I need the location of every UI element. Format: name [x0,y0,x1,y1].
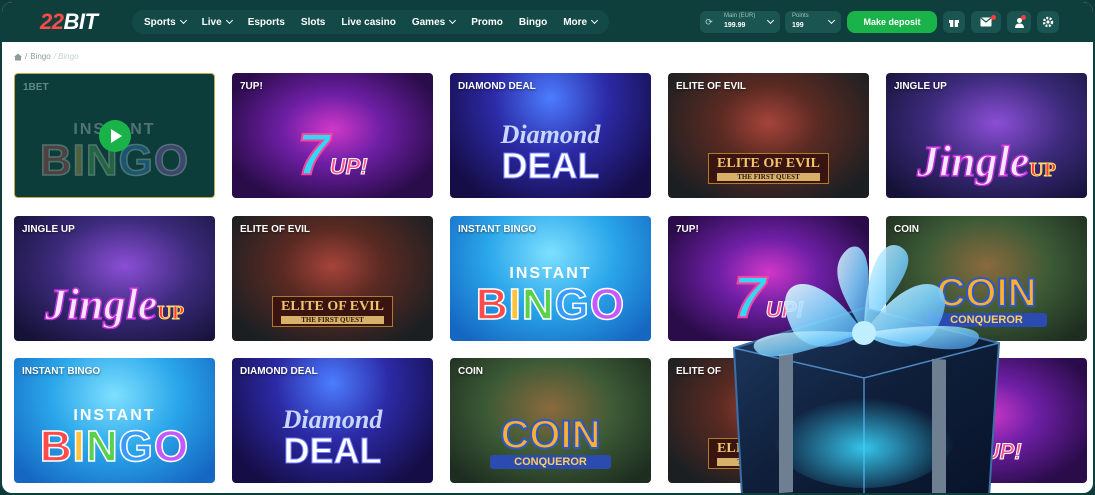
game-logo-art: INSTANTBINGO [475,265,626,329]
make-deposit-button[interactable]: Make deposit [847,11,937,33]
breadcrumb-link-bingo[interactable]: Bingo [30,52,50,61]
top-header: 22 BIT Sports Live Esports Slots Live casino… [2,2,1093,42]
nav-item-label: Sports [144,16,176,28]
breadcrumb-separator: / [25,52,28,61]
points-value: 199 [792,22,804,29]
nav-item-label: More [563,16,588,28]
gift-button[interactable] [943,11,965,33]
settings-button[interactable] [1037,11,1059,33]
nav-item-label: Esports [247,16,285,28]
balance-value: 199.99 [724,22,746,29]
game-tile-title: DIAMOND DEAL [458,81,536,92]
nav-item-promo[interactable]: Promo [463,17,511,28]
app-window: 22 BIT Sports Live Esports Slots Live casino… [0,0,1095,495]
game-tile-title: 1BET [23,82,49,93]
gear-icon [1042,16,1054,28]
game-tile-title: 7UP! [240,81,263,92]
nav-item-label: Promo [471,16,503,28]
nav-item-live[interactable]: Live [194,17,240,28]
game-tile-title: COIN [458,366,483,377]
nav-item-label: Slots [300,16,326,28]
mail-icon [980,17,992,27]
breadcrumb-current: / Bingo [53,52,79,61]
nav-item-bingo[interactable]: Bingo [511,17,555,28]
nav-item-label: Games [411,16,446,28]
main-nav: Sports Live Esports Slots Live casino Games Pr… [132,10,610,34]
logo-text: BIT [63,9,98,34]
messages-button[interactable] [971,11,1001,33]
notification-dot [1021,15,1026,20]
nav-item-esports[interactable]: Esports [240,17,293,28]
chevron-down-icon [449,16,457,25]
gift-icon [949,20,959,27]
balance-selector[interactable]: ⟳ Main (EUR) 199.99 [700,11,780,33]
game-tile-title: ELITE OF EVIL [240,224,311,235]
chevron-down-icon [827,16,836,25]
nav-item-label: Live casino [341,16,396,28]
game-tile-title: COIN [894,224,919,235]
chevron-down-icon [591,16,599,25]
game-logo-art: JingleUP [44,280,185,329]
game-tile-title: INSTANT BINGO [22,366,101,377]
logo-number: 22 [40,9,64,34]
gift-box-image[interactable] [724,238,1004,495]
breadcrumb: / Bingo / Bingo [14,52,79,61]
nav-item-live-casino[interactable]: Live casino [333,17,403,28]
game-logo-art: Diamond DEAL [282,405,383,471]
game-tile[interactable]: 7UP! 7UP! [232,73,433,198]
nav-item-label: Live [201,16,222,28]
game-logo-art: ELITE OF EVILTHE FIRST QUEST [668,153,869,184]
game-tile[interactable]: Diamond DEAL DIAMOND DEAL [232,358,433,483]
game-tile-title: ELITE OF EVIL [676,81,747,92]
game-tile-title: DIAMOND DEAL [240,366,318,377]
game-tile[interactable]: JingleUP JINGLE UP [886,73,1087,198]
game-tile-title: ELITE OF [676,366,721,377]
game-logo-art: JingleUP [916,137,1057,186]
nav-item-sports[interactable]: Sports [136,17,194,28]
nav-item-label: Bingo [518,16,548,28]
game-tile[interactable]: JingleUP JINGLE UP [14,216,215,341]
game-tile[interactable]: INSTANT BINGO INSTANT BINGO [14,358,215,483]
game-tile[interactable]: Diamond DEAL DIAMOND DEAL [450,73,651,198]
nav-item-more[interactable]: More [555,17,605,28]
home-icon[interactable] [14,53,22,61]
nav-item-games[interactable]: Games [404,17,463,28]
game-tile[interactable]: INSTANT BINGO INSTANT BINGO [450,216,651,341]
game-logo-art: ELITE OF EVILTHE FIRST QUEST [232,296,433,327]
points-label: Points [792,13,809,19]
chevron-down-icon [766,16,775,25]
game-tile[interactable]: ELITE OF EVIL THE FIRST QUEST ELITE OF EVI… [668,73,869,198]
game-logo-art: COIN CONQUEROR [450,414,651,469]
play-icon[interactable] [98,119,131,152]
notification-dot [991,15,996,20]
game-logo-art: 7UP! [296,122,368,187]
chevron-down-icon [225,16,233,25]
game-tile-title: 7UP! [676,224,699,235]
game-tile-title: JINGLE UP [22,224,75,235]
nav-item-slots[interactable]: Slots [293,17,333,28]
game-tile-title: JINGLE UP [894,81,947,92]
points-selector[interactable]: Points 199 [785,11,841,33]
game-tile[interactable]: ELITE OF EVIL THE FIRST QUEST ELITE OF EVI… [232,216,433,341]
game-tile-title: INSTANT BINGO [458,224,537,235]
game-logo-art: Diamond DEAL [500,120,601,186]
chevron-down-icon [179,16,187,25]
refresh-icon[interactable]: ⟳ [700,17,718,28]
game-tile[interactable]: INSTANTBINGO1BET [14,73,215,198]
game-tile[interactable]: COIN CONQUEROR COIN [450,358,651,483]
game-logo-art: INSTANTBINGO [39,407,190,471]
logo[interactable]: 22 BIT [40,9,98,35]
balance-label: Main (EUR) [724,13,756,19]
profile-button[interactable] [1007,11,1031,33]
